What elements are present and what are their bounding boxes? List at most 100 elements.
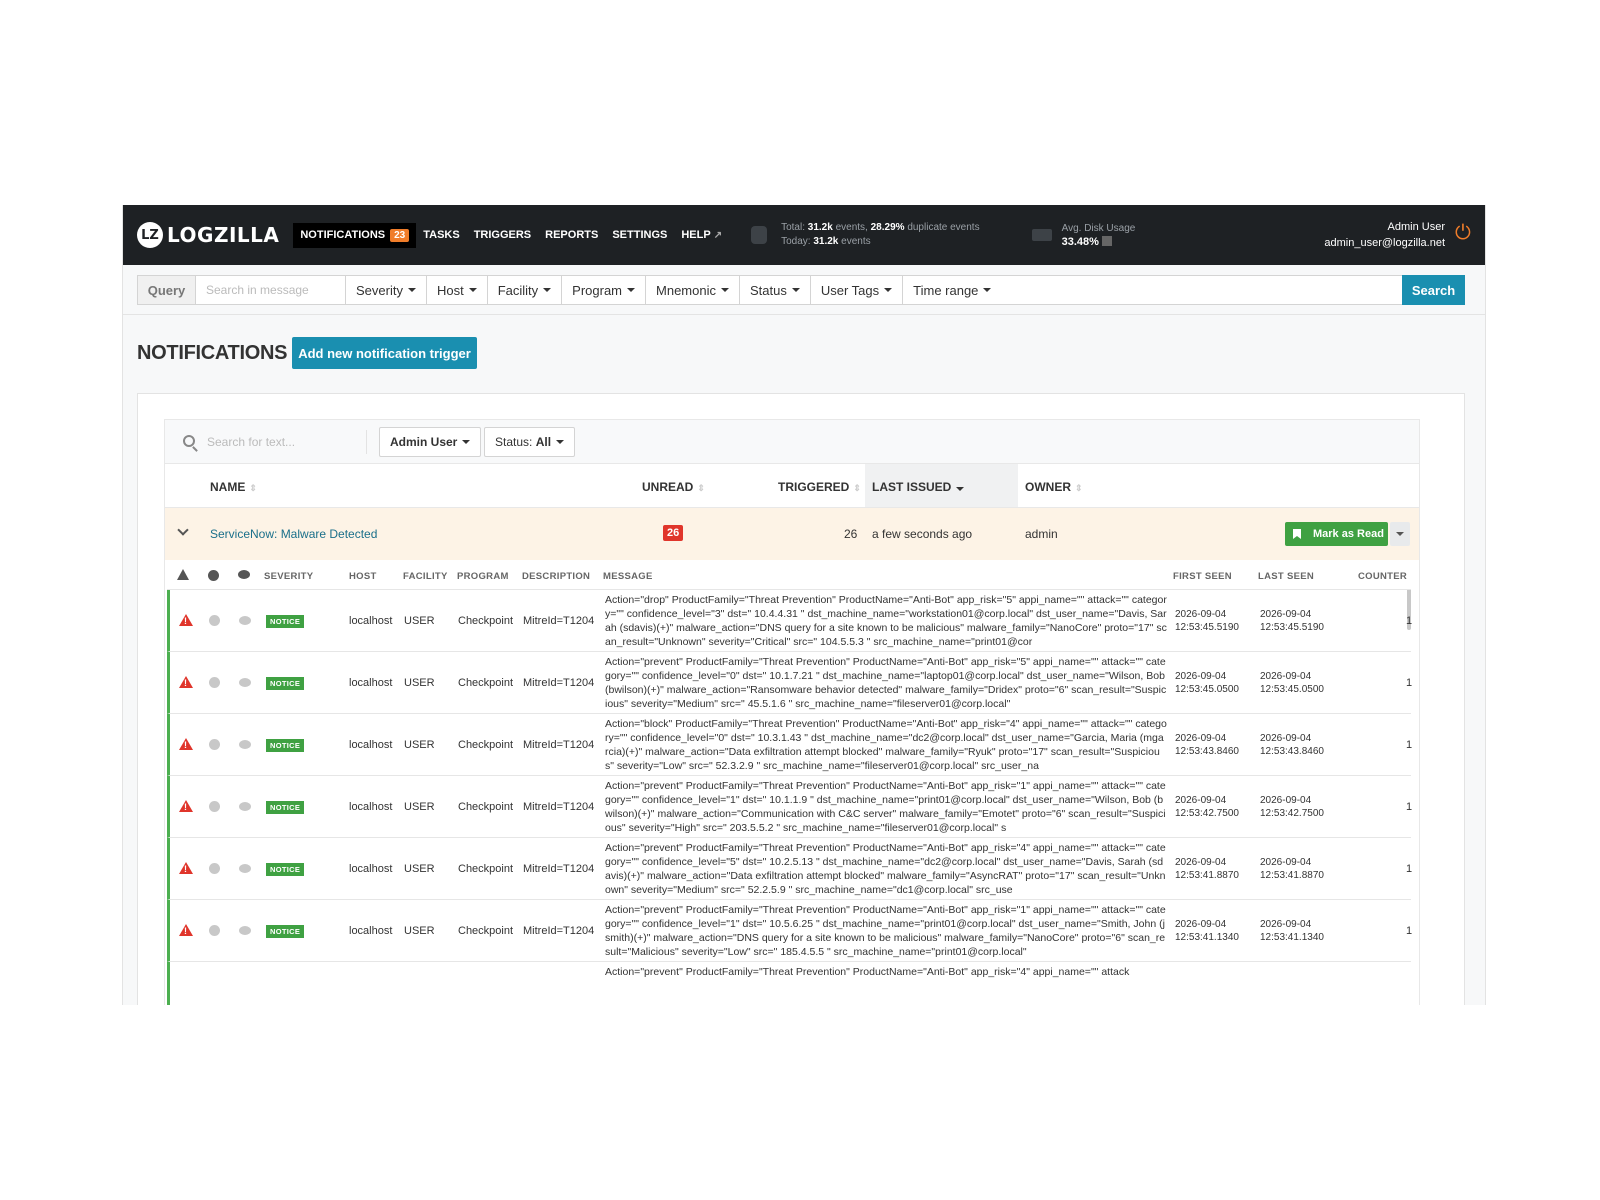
- sort-desc-icon: [956, 487, 965, 491]
- nav-triggers[interactable]: TRIGGERS: [467, 223, 538, 247]
- event-counter: 1: [1406, 615, 1413, 627]
- event-program: Checkpoint: [458, 863, 514, 875]
- col-name[interactable]: NAME ⇕: [210, 480, 257, 494]
- col-facility[interactable]: FACILITY: [403, 571, 448, 582]
- caret-down-icon: [983, 288, 992, 292]
- sort-icon: ⇕: [853, 483, 861, 493]
- col-program[interactable]: PROGRAM: [457, 571, 509, 582]
- power-icon[interactable]: ⏻: [1455, 223, 1475, 243]
- check-circle-icon: [208, 570, 219, 581]
- check-circle-icon[interactable]: [209, 801, 220, 812]
- caret-down-icon: [556, 440, 565, 444]
- comment-icon[interactable]: [239, 678, 251, 687]
- col-last-issued[interactable]: LAST ISSUED: [872, 480, 965, 494]
- database-icon: [751, 226, 768, 244]
- user-email: admin_user@logzilla.net: [1324, 237, 1445, 249]
- mark-options-dropdown[interactable]: [1390, 522, 1410, 546]
- check-circle-icon[interactable]: [209, 925, 220, 936]
- status-filter-dropdown[interactable]: Status: All: [484, 427, 576, 457]
- event-counter: 1: [1406, 801, 1413, 813]
- text-search-input[interactable]: [197, 430, 367, 454]
- event-row[interactable]: NOTICE localhost USER Checkpoint MitreId…: [167, 590, 1413, 652]
- event-message: Action="drop" ProductFamily="Threat Prev…: [605, 594, 1167, 648]
- event-row[interactable]: NOTICE localhost USER Checkpoint MitreId…: [167, 714, 1412, 776]
- event-row[interactable]: NOTICE localhost USER Checkpoint MitreId…: [167, 652, 1412, 714]
- bookmark-icon: [1293, 529, 1301, 539]
- nav-help[interactable]: HELP ↗: [674, 223, 729, 247]
- comment-icon[interactable]: [239, 740, 251, 749]
- comment-icon[interactable]: [239, 616, 251, 625]
- col-counter[interactable]: COUNTER: [1358, 571, 1407, 582]
- event-last-seen: 2026-09-04 12:53:45.5190: [1260, 609, 1324, 633]
- nav-notifications[interactable]: NOTIFICATIONS 23: [293, 222, 417, 248]
- comment-icon[interactable]: [239, 864, 251, 873]
- search-button[interactable]: Search: [1402, 275, 1465, 305]
- check-circle-icon[interactable]: [209, 739, 220, 750]
- filter-user-tags[interactable]: User Tags: [811, 276, 904, 304]
- query-label: Query: [138, 276, 196, 304]
- event-row[interactable]: NOTICE localhost USER Checkpoint MitreId…: [167, 776, 1413, 838]
- chevron-down-icon[interactable]: [177, 524, 189, 536]
- notification-group-row[interactable]: ServiceNow: Malware Detected 26 26 a few…: [165, 508, 1419, 560]
- logo[interactable]: LZ LOGZILLA: [137, 222, 279, 248]
- warning-icon: [179, 738, 193, 750]
- event-counter: 1: [1406, 925, 1413, 937]
- event-row-partial[interactable]: Action="prevent" ProductFamily="Threat P…: [167, 962, 1411, 1005]
- col-last-seen[interactable]: LAST SEEN: [1258, 571, 1314, 582]
- col-message[interactable]: MESSAGE: [603, 571, 653, 582]
- warning-icon: [179, 676, 193, 688]
- col-first-seen[interactable]: FIRST SEEN: [1173, 571, 1232, 582]
- comment-icon[interactable]: [239, 926, 251, 935]
- add-notification-trigger-button[interactable]: Add new notification trigger: [292, 337, 477, 369]
- col-description[interactable]: DESCRIPTION: [522, 571, 590, 582]
- last-issued: a few seconds ago: [872, 527, 973, 541]
- event-host: localhost: [349, 925, 393, 937]
- filter-program[interactable]: Program: [562, 276, 647, 304]
- user-menu[interactable]: Admin User admin_user@logzilla.net: [1324, 219, 1445, 251]
- filter-time-range[interactable]: Time range: [903, 276, 1001, 304]
- event-first-seen: 2026-09-04 12:53:45.0500: [1175, 671, 1239, 695]
- hard-drive-icon: [1031, 229, 1052, 241]
- event-description: MitreId=T1204: [523, 677, 595, 689]
- disk-details-icon[interactable]: [1101, 236, 1112, 246]
- caret-down-icon: [468, 288, 477, 292]
- owner-filter-dropdown[interactable]: Admin User: [379, 427, 482, 457]
- col-triggered[interactable]: TRIGGERED ⇕: [778, 480, 861, 494]
- event-facility: USER: [404, 677, 435, 689]
- event-host: localhost: [349, 615, 393, 627]
- col-unread[interactable]: UNREAD ⇕: [642, 480, 705, 494]
- check-circle-icon[interactable]: [209, 677, 220, 688]
- main-nav: NOTIFICATIONS 23 TASKS TRIGGERS REPORTS …: [293, 222, 729, 248]
- filter-severity[interactable]: Severity: [346, 276, 427, 304]
- col-host[interactable]: HOST: [349, 571, 377, 582]
- event-message: Action="prevent" ProductFamily="Threat P…: [605, 842, 1166, 896]
- filter-facility[interactable]: Facility: [488, 276, 563, 304]
- logo-badge: LZ: [137, 222, 163, 248]
- event-row[interactable]: NOTICE localhost USER Checkpoint MitreId…: [167, 838, 1412, 900]
- message-search-input[interactable]: [196, 276, 346, 304]
- caret-down-icon: [791, 288, 800, 292]
- filter-mnemonic[interactable]: Mnemonic: [646, 276, 740, 304]
- unread-badge: 26: [663, 525, 684, 541]
- event-program: Checkpoint: [458, 615, 514, 627]
- event-row[interactable]: NOTICE localhost USER Checkpoint MitreId…: [167, 900, 1413, 962]
- filter-host[interactable]: Host: [427, 276, 488, 304]
- today-events-line: Today: 31.2k events: [781, 236, 871, 247]
- nav-reports[interactable]: REPORTS: [538, 223, 605, 247]
- events-header: SEVERITY HOST FACILITY PROGRAM DESCRIPTI…: [167, 560, 1411, 590]
- warning-icon: [179, 614, 193, 626]
- comment-icon[interactable]: [239, 802, 251, 811]
- warning-icon: [179, 800, 193, 812]
- check-circle-icon[interactable]: [209, 615, 220, 626]
- col-severity[interactable]: SEVERITY: [264, 571, 313, 582]
- table-header: NAME ⇕ UNREAD ⇕ TRIGGERED ⇕ LAST ISSUED OWN…: [165, 464, 1419, 508]
- event-program: Checkpoint: [458, 925, 514, 937]
- nav-settings[interactable]: SETTINGS: [605, 223, 674, 247]
- notification-name[interactable]: ServiceNow: Malware Detected: [210, 527, 377, 541]
- col-owner[interactable]: OWNER ⇕: [1025, 480, 1083, 494]
- check-circle-icon[interactable]: [209, 863, 220, 874]
- nav-tasks[interactable]: TASKS: [416, 223, 466, 247]
- filter-status[interactable]: Status: [740, 276, 811, 304]
- mark-as-read-button[interactable]: Mark as Read: [1285, 522, 1388, 546]
- event-message: Action="prevent" ProductFamily="Threat P…: [605, 656, 1167, 710]
